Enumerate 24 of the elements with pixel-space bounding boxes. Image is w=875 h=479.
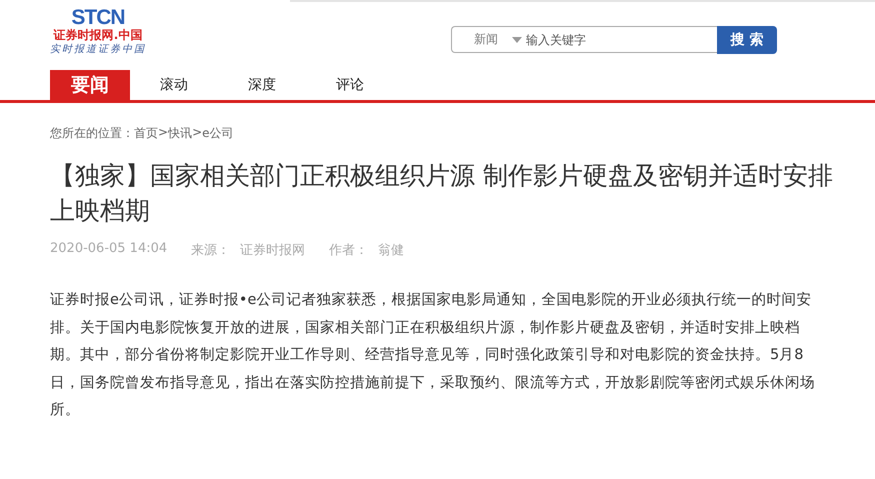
breadcrumb-label: 您所在的位置：	[50, 125, 134, 142]
site-name: 证券时报网.中国	[54, 28, 142, 43]
breadcrumb-separator: >	[192, 125, 202, 141]
nav-tab[interactable]: 滚动	[130, 70, 218, 100]
search-scope[interactable]: 新闻	[474, 31, 498, 48]
breadcrumb-separator: >	[158, 125, 168, 141]
nav-tab[interactable]: 要闻	[50, 70, 130, 100]
source-label: 来源：	[191, 242, 230, 259]
breadcrumb-link[interactable]: e公司	[202, 125, 234, 142]
article-paragraph: 证券时报e公司讯，证券时报•e公司记者独家获悉，根据国家电影局通知，全国电影院的开业必须执行统一的时间安排。关于国内电影院恢复开放的进展，国家相关部门正在积极组织片源，制作影片硬盘及密钥，并适时安排上映档期。其中，部分省份将制定影院开业工作导则、经营指导意见等，同时强化政策引导和对电影院的资金扶持。5月8日，国务院曾发布指导意见，指出在落实防控措施前提下，采取预约、限流等方式，开放影剧院等密闭式娱乐休闲场所。	[50, 290, 816, 420]
site-slogan: 实时报道证券中国	[50, 43, 146, 56]
logo-wordmark[interactable]: STCN	[71, 8, 125, 28]
author-label: 作者：	[329, 242, 368, 259]
breadcrumb-link[interactable]: 首页	[134, 125, 158, 142]
breadcrumb-link[interactable]: 快讯	[168, 125, 192, 142]
search-field[interactable]: 新闻 输入关键字	[451, 26, 717, 53]
article-title: 【独家】国家相关部门正积极组织片源 制作影片硬盘及密钥并适时安排上映档期	[50, 160, 834, 227]
author-name: 翁健	[378, 242, 404, 259]
nav-tab[interactable]: 深度	[218, 70, 306, 100]
source-name: 证券时报网	[240, 242, 306, 259]
nav-tab[interactable]: 评论	[306, 70, 394, 100]
search-button[interactable]: 搜 索	[717, 26, 777, 54]
caret-icon[interactable]	[512, 36, 522, 42]
publish-date: 2020-06-05 14:04	[50, 241, 168, 258]
